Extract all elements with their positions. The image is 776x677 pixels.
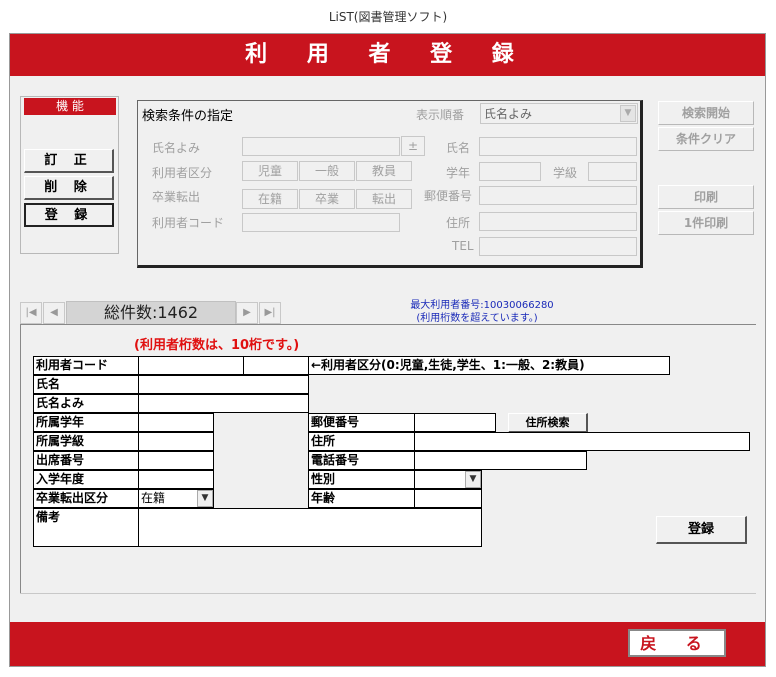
name-field-label: 氏名 <box>33 375 139 394</box>
user-code-label: 利用者コード <box>152 216 225 230</box>
postal-field[interactable] <box>414 413 496 432</box>
postal-label: 郵便番号 <box>424 189 473 203</box>
grad-type-field-label: 卒業転出区分 <box>33 489 139 508</box>
plus-minus-button[interactable]: ± <box>401 136 425 156</box>
age-field[interactable] <box>414 489 482 508</box>
sort-select-value: 氏名よみ <box>484 107 533 121</box>
window-title: LiST(図書管理ソフト) <box>328 10 448 24</box>
tel-input[interactable] <box>479 237 637 256</box>
chevron-down-icon[interactable]: ▼ <box>465 471 481 488</box>
phone-field[interactable] <box>414 451 587 470</box>
class-field[interactable] <box>138 432 214 451</box>
address-label: 住所 <box>446 216 471 230</box>
address-field[interactable] <box>414 432 750 451</box>
section-divider <box>20 324 756 325</box>
clear-conditions-button[interactable]: 条件クリア <box>658 127 754 151</box>
function-panel-title: 機 能 <box>24 98 116 115</box>
name-kana-label: 氏名よみ <box>152 141 201 155</box>
name-kana-input[interactable] <box>242 137 400 156</box>
user-type-child[interactable]: 児童 <box>242 161 298 181</box>
gender-select[interactable]: ▼ <box>414 470 482 489</box>
grade-field[interactable] <box>138 413 214 432</box>
search-panel-title: 検索条件の指定 <box>142 109 234 124</box>
postal-field-label: 郵便番号 <box>308 413 415 432</box>
grade-input[interactable] <box>479 162 541 181</box>
user-type-teacher[interactable]: 教員 <box>356 161 412 181</box>
page-title: 利 用 者 登 録 <box>10 34 765 74</box>
form-bottom-divider <box>20 593 756 594</box>
entry-year-field[interactable] <box>138 470 214 489</box>
grad-transferred[interactable]: 転出 <box>356 189 412 209</box>
max-user-note: (利用桁数を超えています。) <box>416 313 538 324</box>
tel-label: TEL <box>452 239 474 253</box>
record-count: 総件数:1462 <box>66 301 236 325</box>
grade-label: 学年 <box>446 166 471 180</box>
digits-note: (利用者桁数は、10桁です。) <box>134 338 300 353</box>
class-field-label: 所属学級 <box>33 432 139 451</box>
name-input[interactable] <box>479 137 637 156</box>
address-search-button[interactable]: 住所検索 <box>508 413 588 433</box>
user-type-general[interactable]: 一般 <box>299 161 355 181</box>
gender-field-label: 性別 <box>308 470 415 489</box>
user-type-label: 利用者区分 <box>152 166 213 180</box>
name-field[interactable] <box>138 375 309 394</box>
address-input[interactable] <box>479 212 637 231</box>
sort-label: 表示順番 <box>416 108 465 122</box>
grad-type-value: 在籍 <box>141 491 166 505</box>
entry-year-field-label: 入学年度 <box>33 470 139 489</box>
user-code-input[interactable] <box>242 213 400 232</box>
grad-enrolled[interactable]: 在籍 <box>242 189 298 209</box>
grad-label: 卒業転出 <box>152 190 201 204</box>
grad-graduated[interactable]: 卒業 <box>299 189 355 209</box>
name-kana-field[interactable] <box>138 394 309 413</box>
phone-field-label: 電話番号 <box>308 451 415 470</box>
attendance-no-field-label: 出席番号 <box>33 451 139 470</box>
print-one-button[interactable]: 1件印刷 <box>658 211 754 235</box>
name-label: 氏名 <box>446 141 471 155</box>
notes-field-label: 備考 <box>33 508 139 547</box>
prev-record-icon[interactable]: ◀ <box>43 302 65 324</box>
class-label: 学級 <box>553 166 578 180</box>
class-input[interactable] <box>588 162 637 181</box>
register-button[interactable]: 登録 <box>656 516 747 544</box>
delete-button[interactable]: 削 除 <box>24 176 114 200</box>
user-code-field-label: 利用者コード <box>33 356 139 375</box>
function-panel <box>20 96 119 254</box>
postal-input[interactable] <box>479 186 637 205</box>
next-record-icon[interactable]: ▶ <box>236 302 258 324</box>
chevron-down-icon[interactable]: ▼ <box>620 105 636 122</box>
notes-field[interactable] <box>138 508 482 547</box>
section-divider-vertical <box>20 324 21 594</box>
grad-type-select[interactable]: 在籍 ▼ <box>138 489 214 508</box>
last-record-icon[interactable]: ▶| <box>259 302 281 324</box>
name-kana-field-label: 氏名よみ <box>33 394 139 413</box>
attendance-no-field[interactable] <box>138 451 214 470</box>
chevron-down-icon[interactable]: ▼ <box>197 490 213 507</box>
user-code-field[interactable] <box>138 356 244 375</box>
age-field-label: 年齢 <box>308 489 415 508</box>
grade-field-label: 所属学年 <box>33 413 139 432</box>
back-button[interactable]: 戻 る <box>628 629 726 657</box>
print-button[interactable]: 印刷 <box>658 185 754 209</box>
register-mode-button[interactable]: 登 録 <box>24 203 114 227</box>
user-type-field[interactable] <box>243 356 309 375</box>
sort-select[interactable]: 氏名よみ ▼ <box>480 103 638 124</box>
edit-button[interactable]: 訂 正 <box>24 149 114 173</box>
first-record-icon[interactable]: |◀ <box>20 302 42 324</box>
search-start-button[interactable]: 検索開始 <box>658 101 754 125</box>
address-field-label: 住所 <box>308 432 415 451</box>
user-type-hint: ←利用者区分(0:児童,生徒,学生、1:一般、2:教員) <box>308 356 670 375</box>
